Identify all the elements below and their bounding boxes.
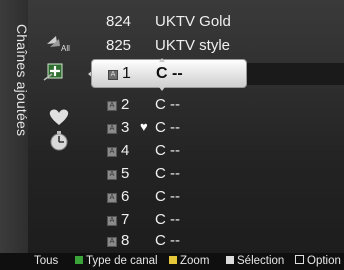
channel-number: 825: [106, 37, 132, 54]
help-option[interactable]: Option: [295, 255, 341, 267]
channel-name: C --: [155, 165, 180, 182]
channel-number: 824: [106, 13, 132, 30]
list-item[interactable]: A 8 C --: [90, 230, 344, 253]
channel-number: 6: [121, 188, 130, 205]
help-selection[interactable]: Sélection: [226, 255, 284, 267]
list-item[interactable]: A 4 C --: [90, 140, 344, 163]
mode-icon-column: All: [28, 0, 90, 253]
channel-name: C --: [155, 142, 180, 159]
highlight-band: [246, 63, 344, 85]
channel-name: C --: [155, 211, 180, 228]
channel-number: 5: [121, 165, 130, 182]
added-channels-icon[interactable]: [42, 58, 72, 84]
list-item[interactable]: A 3 ♥ C --: [90, 117, 344, 140]
side-title-strip: Chaînes ajoutées: [0, 0, 30, 253]
analog-badge: A: [107, 101, 117, 111]
channel-name: C --: [155, 96, 180, 113]
channel-number: 7: [121, 211, 130, 228]
channel-number: 8: [121, 232, 130, 249]
green-button-icon: [75, 256, 83, 264]
blue-button-icon: [226, 256, 234, 264]
channel-name: C --: [156, 65, 183, 82]
selected-channel-row[interactable]: A 1 C --: [91, 58, 247, 91]
timer-clock-icon[interactable]: [45, 128, 75, 154]
channel-number: 4: [121, 142, 130, 159]
list-item[interactable]: A 6 C --: [90, 186, 344, 209]
channel-list-screen: Chaînes ajoutées All 824 UKTV Gold 825 U…: [0, 0, 344, 270]
list-item[interactable]: 825 UKTV style: [90, 35, 344, 58]
list-item[interactable]: A 5 C --: [90, 163, 344, 186]
channel-name: C --: [155, 232, 180, 249]
analog-badge: A: [107, 216, 117, 226]
list-item[interactable]: A 2 C --: [90, 94, 344, 117]
channel-name: UKTV Gold: [155, 13, 231, 30]
channel-number: 3: [121, 119, 130, 136]
analog-badge: A: [107, 237, 117, 247]
channel-number: 1: [122, 65, 131, 82]
analog-badge: A: [107, 147, 117, 157]
help-bar: Tous Type de canal Zoom Sélection Option: [0, 253, 344, 270]
list-item[interactable]: 824 UKTV Gold: [90, 11, 344, 34]
tools-icon: [295, 255, 304, 264]
channel-number: 2: [121, 96, 130, 113]
channel-name: C --: [155, 188, 180, 205]
help-zoom[interactable]: Zoom: [169, 255, 209, 267]
analog-badge: A: [108, 70, 118, 80]
yellow-button-icon: [169, 256, 177, 264]
svg-text:All: All: [61, 44, 70, 53]
favorite-heart-icon[interactable]: [45, 104, 75, 130]
analog-badge: A: [107, 124, 117, 134]
list-item[interactable]: A 7 C --: [90, 209, 344, 232]
analog-badge: A: [107, 170, 117, 180]
help-type-de-canal[interactable]: Type de canal: [75, 255, 158, 267]
scroll-up-icon[interactable]: [159, 58, 165, 62]
favorite-heart-icon: ♥: [140, 119, 148, 134]
help-tous[interactable]: Tous: [34, 255, 58, 267]
analog-badge: A: [107, 193, 117, 203]
channel-name: UKTV style: [155, 37, 231, 54]
scroll-down-icon[interactable]: [159, 87, 165, 91]
channel-name: C --: [155, 119, 180, 136]
channel-list: 824 UKTV Gold 825 UKTV style A 2 C -- A …: [90, 0, 344, 253]
all-channels-icon[interactable]: All: [44, 30, 74, 56]
